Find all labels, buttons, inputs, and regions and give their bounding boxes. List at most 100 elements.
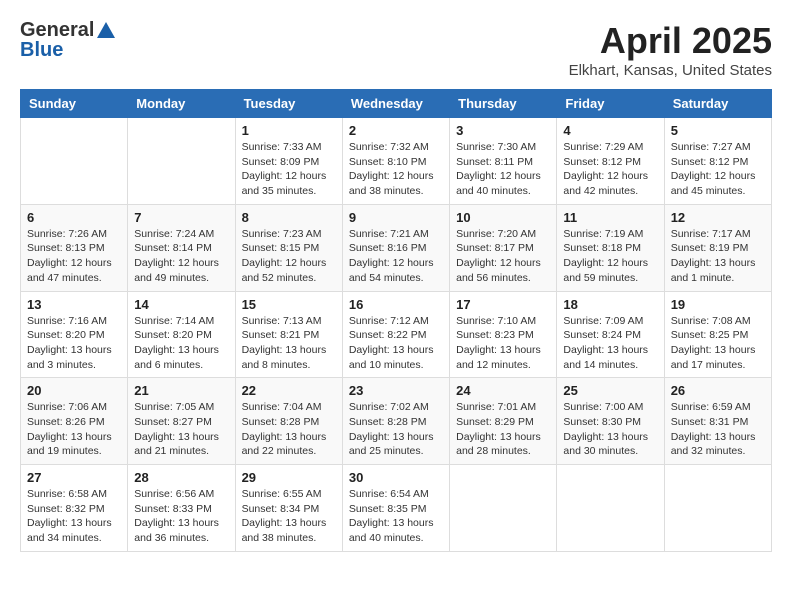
day-info: Sunrise: 6:58 AM Sunset: 8:32 PM Dayligh… <box>27 487 121 546</box>
calendar-cell: 4 Sunrise: 7:29 AM Sunset: 8:12 PM Daylig… <box>557 118 664 205</box>
day-info: Sunrise: 7:19 AM Sunset: 8:18 PM Dayligh… <box>563 227 657 286</box>
day-number: 28 <box>134 470 228 485</box>
day-number: 23 <box>349 383 443 398</box>
calendar-title: April 2025 <box>569 20 772 62</box>
day-number: 27 <box>27 470 121 485</box>
day-info: Sunrise: 7:21 AM Sunset: 8:16 PM Dayligh… <box>349 227 443 286</box>
day-info: Sunrise: 7:13 AM Sunset: 8:21 PM Dayligh… <box>242 314 336 373</box>
day-number: 13 <box>27 297 121 312</box>
day-info: Sunrise: 7:06 AM Sunset: 8:26 PM Dayligh… <box>27 400 121 459</box>
day-number: 7 <box>134 210 228 225</box>
day-number: 5 <box>671 123 765 138</box>
calendar-subtitle: Elkhart, Kansas, United States <box>569 62 772 79</box>
day-number: 19 <box>671 297 765 312</box>
day-info: Sunrise: 7:14 AM Sunset: 8:20 PM Dayligh… <box>134 314 228 373</box>
day-info: Sunrise: 7:30 AM Sunset: 8:11 PM Dayligh… <box>456 140 550 199</box>
day-info: Sunrise: 7:17 AM Sunset: 8:19 PM Dayligh… <box>671 227 765 286</box>
day-info: Sunrise: 7:00 AM Sunset: 8:30 PM Dayligh… <box>563 400 657 459</box>
day-number: 30 <box>349 470 443 485</box>
day-number: 10 <box>456 210 550 225</box>
calendar-cell: 23 Sunrise: 7:02 AM Sunset: 8:28 PM Dayli… <box>342 378 449 465</box>
day-number: 9 <box>349 210 443 225</box>
weekday-header-saturday: Saturday <box>664 90 771 118</box>
day-info: Sunrise: 7:20 AM Sunset: 8:17 PM Dayligh… <box>456 227 550 286</box>
day-number: 25 <box>563 383 657 398</box>
day-number: 3 <box>456 123 550 138</box>
day-info: Sunrise: 7:23 AM Sunset: 8:15 PM Dayligh… <box>242 227 336 286</box>
calendar-cell: 29 Sunrise: 6:55 AM Sunset: 8:34 PM Dayli… <box>235 465 342 552</box>
calendar-cell: 13Sunrise: 7:16 AM Sunset: 8:20 PM Dayli… <box>21 291 128 378</box>
calendar-cell: 20Sunrise: 7:06 AM Sunset: 8:26 PM Dayli… <box>21 378 128 465</box>
calendar-cell: 28Sunrise: 6:56 AM Sunset: 8:33 PM Dayli… <box>128 465 235 552</box>
day-number: 29 <box>242 470 336 485</box>
day-info: Sunrise: 7:29 AM Sunset: 8:12 PM Dayligh… <box>563 140 657 199</box>
logo-triangle-icon <box>97 22 115 38</box>
calendar-cell: 9 Sunrise: 7:21 AM Sunset: 8:16 PM Daylig… <box>342 204 449 291</box>
day-number: 4 <box>563 123 657 138</box>
day-info: Sunrise: 6:55 AM Sunset: 8:34 PM Dayligh… <box>242 487 336 546</box>
calendar-cell: 11Sunrise: 7:19 AM Sunset: 8:18 PM Dayli… <box>557 204 664 291</box>
logo-blue-text: Blue <box>20 40 115 60</box>
day-number: 22 <box>242 383 336 398</box>
weekday-header-thursday: Thursday <box>450 90 557 118</box>
weekday-header-monday: Monday <box>128 90 235 118</box>
calendar-week-row: 27 Sunrise: 6:58 AM Sunset: 8:32 PM Dayli… <box>21 465 772 552</box>
day-number: 26 <box>671 383 765 398</box>
weekday-header-friday: Friday <box>557 90 664 118</box>
logo: General Blue <box>20 20 115 60</box>
day-number: 12 <box>671 210 765 225</box>
day-number: 18 <box>563 297 657 312</box>
day-info: Sunrise: 7:05 AM Sunset: 8:27 PM Dayligh… <box>134 400 228 459</box>
day-info: Sunrise: 7:32 AM Sunset: 8:10 PM Dayligh… <box>349 140 443 199</box>
calendar-week-row: 1 Sunrise: 7:33 AM Sunset: 8:09 PM Daylig… <box>21 118 772 205</box>
title-area: April 2025 Elkhart, Kansas, United State… <box>569 20 772 79</box>
calendar-cell: 14 Sunrise: 7:14 AM Sunset: 8:20 PM Dayli… <box>128 291 235 378</box>
calendar-cell: 19Sunrise: 7:08 AM Sunset: 8:25 PM Dayli… <box>664 291 771 378</box>
day-info: Sunrise: 7:04 AM Sunset: 8:28 PM Dayligh… <box>242 400 336 459</box>
calendar-cell: 22 Sunrise: 7:04 AM Sunset: 8:28 PM Dayli… <box>235 378 342 465</box>
day-number: 15 <box>242 297 336 312</box>
day-info: Sunrise: 6:59 AM Sunset: 8:31 PM Dayligh… <box>671 400 765 459</box>
day-number: 24 <box>456 383 550 398</box>
calendar-cell: 17 Sunrise: 7:10 AM Sunset: 8:23 PM Dayli… <box>450 291 557 378</box>
calendar-cell: 10 Sunrise: 7:20 AM Sunset: 8:17 PM Dayli… <box>450 204 557 291</box>
calendar-cell: 26 Sunrise: 6:59 AM Sunset: 8:31 PM Dayli… <box>664 378 771 465</box>
calendar-cell <box>450 465 557 552</box>
calendar-week-row: 6 Sunrise: 7:26 AM Sunset: 8:13 PM Daylig… <box>21 204 772 291</box>
calendar-week-row: 20Sunrise: 7:06 AM Sunset: 8:26 PM Dayli… <box>21 378 772 465</box>
day-number: 17 <box>456 297 550 312</box>
day-number: 14 <box>134 297 228 312</box>
day-info: Sunrise: 6:54 AM Sunset: 8:35 PM Dayligh… <box>349 487 443 546</box>
calendar-cell: 18 Sunrise: 7:09 AM Sunset: 8:24 PM Dayli… <box>557 291 664 378</box>
calendar-cell: 30 Sunrise: 6:54 AM Sunset: 8:35 PM Dayli… <box>342 465 449 552</box>
day-number: 6 <box>27 210 121 225</box>
calendar-cell: 24 Sunrise: 7:01 AM Sunset: 8:29 PM Dayli… <box>450 378 557 465</box>
weekday-header-tuesday: Tuesday <box>235 90 342 118</box>
calendar-cell <box>21 118 128 205</box>
day-info: Sunrise: 7:02 AM Sunset: 8:28 PM Dayligh… <box>349 400 443 459</box>
day-info: Sunrise: 7:09 AM Sunset: 8:24 PM Dayligh… <box>563 314 657 373</box>
day-info: Sunrise: 7:10 AM Sunset: 8:23 PM Dayligh… <box>456 314 550 373</box>
calendar-cell <box>128 118 235 205</box>
day-info: Sunrise: 7:01 AM Sunset: 8:29 PM Dayligh… <box>456 400 550 459</box>
day-number: 8 <box>242 210 336 225</box>
calendar-cell: 8 Sunrise: 7:23 AM Sunset: 8:15 PM Daylig… <box>235 204 342 291</box>
day-info: Sunrise: 7:12 AM Sunset: 8:22 PM Dayligh… <box>349 314 443 373</box>
day-info: Sunrise: 7:26 AM Sunset: 8:13 PM Dayligh… <box>27 227 121 286</box>
calendar-table: SundayMondayTuesdayWednesdayThursdayFrid… <box>20 89 772 552</box>
day-number: 1 <box>242 123 336 138</box>
calendar-cell: 12 Sunrise: 7:17 AM Sunset: 8:19 PM Dayli… <box>664 204 771 291</box>
day-number: 16 <box>349 297 443 312</box>
logo-general-text: General <box>20 20 94 40</box>
header: General Blue April 2025 Elkhart, Kansas,… <box>20 20 772 79</box>
day-number: 21 <box>134 383 228 398</box>
calendar-cell: 3 Sunrise: 7:30 AM Sunset: 8:11 PM Daylig… <box>450 118 557 205</box>
weekday-header-wednesday: Wednesday <box>342 90 449 118</box>
calendar-week-row: 13Sunrise: 7:16 AM Sunset: 8:20 PM Dayli… <box>21 291 772 378</box>
day-info: Sunrise: 7:33 AM Sunset: 8:09 PM Dayligh… <box>242 140 336 199</box>
calendar-cell: 21 Sunrise: 7:05 AM Sunset: 8:27 PM Dayli… <box>128 378 235 465</box>
calendar-cell: 5Sunrise: 7:27 AM Sunset: 8:12 PM Daylig… <box>664 118 771 205</box>
day-number: 2 <box>349 123 443 138</box>
calendar-cell: 7 Sunrise: 7:24 AM Sunset: 8:14 PM Daylig… <box>128 204 235 291</box>
day-info: Sunrise: 7:24 AM Sunset: 8:14 PM Dayligh… <box>134 227 228 286</box>
